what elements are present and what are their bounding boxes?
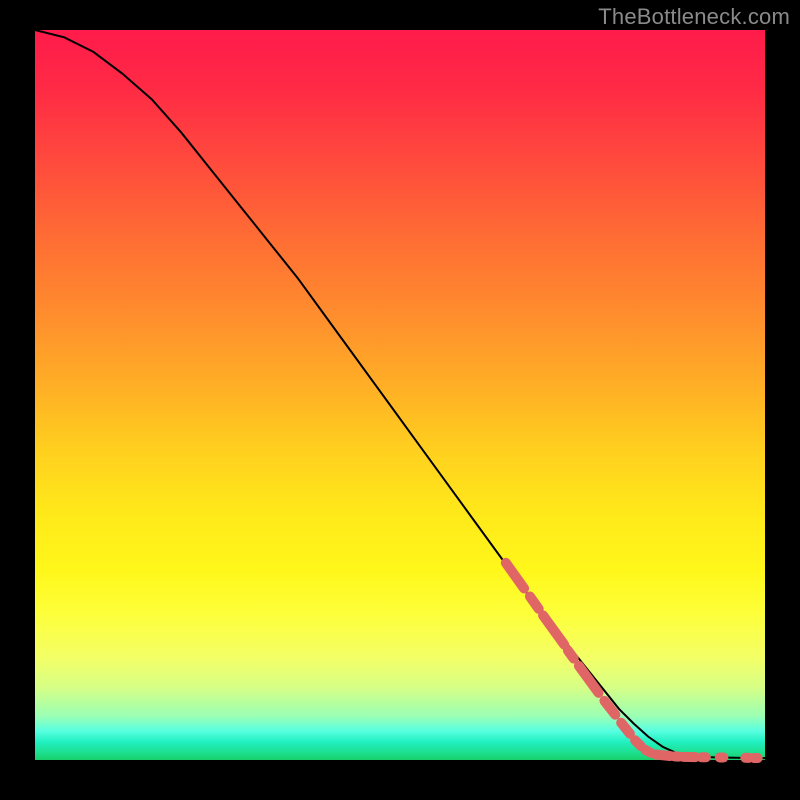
plot-area xyxy=(35,30,765,760)
highlight-segment xyxy=(635,740,641,746)
highlight-segment xyxy=(568,651,574,659)
chart-svg xyxy=(35,30,765,760)
highlight-segment xyxy=(645,750,650,753)
chart-stage: TheBottleneck.com xyxy=(0,0,800,800)
highlight-segment xyxy=(656,755,671,756)
highlight-segment xyxy=(621,723,630,734)
highlight-segment xyxy=(506,563,524,589)
curve-line xyxy=(35,30,765,758)
attribution-text: TheBottleneck.com xyxy=(598,4,790,30)
highlight-markers xyxy=(506,563,758,758)
highlight-segment xyxy=(530,596,539,608)
highlight-segment xyxy=(543,615,564,644)
